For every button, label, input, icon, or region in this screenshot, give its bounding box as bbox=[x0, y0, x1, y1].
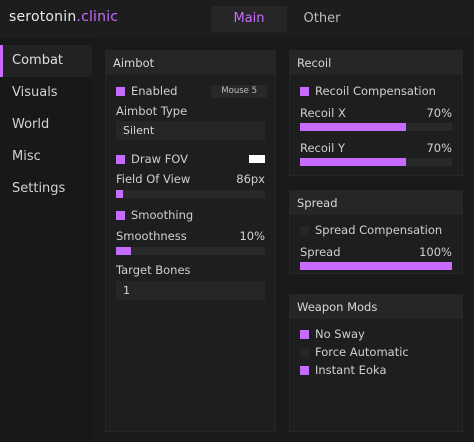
recoil-y-value: 70% bbox=[426, 141, 452, 155]
top-bar: serotonin.clinic Main Other bbox=[0, 0, 474, 38]
smoothing-row[interactable]: Smoothing bbox=[116, 207, 265, 223]
brand-logo: serotonin.clinic bbox=[9, 9, 118, 25]
smoothness-slider-fill bbox=[116, 247, 131, 255]
spread-panel-title: Spread bbox=[290, 191, 462, 215]
tab-main[interactable]: Main bbox=[211, 6, 287, 32]
spread-row: Spread 100% bbox=[300, 244, 452, 260]
aimbot-panel-title: Aimbot bbox=[106, 51, 275, 75]
no-sway-checkbox[interactable] bbox=[300, 330, 309, 339]
spread-comp-row[interactable]: Spread Compensation bbox=[300, 222, 452, 238]
sidebar-item-world[interactable]: World bbox=[0, 109, 92, 141]
weapon-mod-instant-eoka[interactable]: Instant Eoka bbox=[300, 362, 452, 378]
brand-name: serotonin bbox=[9, 9, 77, 25]
recoil-y-slider-fill bbox=[300, 158, 407, 166]
aimbot-keybind[interactable]: Mouse 5 bbox=[211, 85, 267, 98]
recoil-x-slider-fill bbox=[300, 123, 407, 131]
aimbot-enabled-row[interactable]: Enabled Mouse 5 bbox=[116, 83, 275, 99]
smoothness-row: Smoothness 10% bbox=[116, 228, 265, 244]
smoothness-label: Smoothness bbox=[116, 229, 187, 243]
instant-eoka-checkbox[interactable] bbox=[300, 366, 309, 375]
smoothing-checkbox[interactable] bbox=[116, 211, 125, 220]
content-area: Aimbot Enabled Mouse 5 Aimbot Type Silen… bbox=[92, 38, 474, 442]
spread-value: 100% bbox=[419, 245, 452, 259]
recoil-panel-title: Recoil bbox=[290, 51, 462, 75]
aimbot-type-row: Aimbot Type bbox=[116, 103, 265, 119]
sidebar-item-misc[interactable]: Misc bbox=[0, 141, 92, 173]
sidebar-item-settings[interactable]: Settings bbox=[0, 173, 92, 205]
recoil-y-label: Recoil Y bbox=[300, 141, 345, 155]
bones-label: Target Bones bbox=[116, 263, 191, 277]
fov-row: Field Of View 86px bbox=[116, 171, 265, 187]
sidebar-item-visuals[interactable]: Visuals bbox=[0, 77, 92, 109]
force-automatic-checkbox[interactable] bbox=[300, 348, 309, 357]
aimbot-panel: Aimbot Enabled Mouse 5 Aimbot Type Silen… bbox=[105, 50, 276, 432]
brand-suffix: .clinic bbox=[76, 9, 119, 25]
recoil-x-row: Recoil X 70% bbox=[300, 105, 452, 121]
aimbot-enabled-checkbox[interactable] bbox=[116, 87, 125, 96]
spread-label: Spread bbox=[300, 245, 341, 259]
spread-slider-fill bbox=[300, 262, 452, 270]
force-automatic-label: Force Automatic bbox=[315, 345, 409, 359]
recoil-panel: Recoil Recoil Compensation Recoil X 70% … bbox=[289, 50, 463, 176]
aimbot-type-select[interactable]: Silent bbox=[116, 121, 265, 140]
smoothing-label: Smoothing bbox=[131, 208, 194, 222]
recoil-x-value: 70% bbox=[426, 106, 452, 120]
spread-slider[interactable] bbox=[300, 262, 452, 270]
weapon-mods-panel-title: Weapon Mods bbox=[290, 295, 462, 319]
weapon-mod-force-automatic[interactable]: Force Automatic bbox=[300, 344, 452, 360]
smoothness-value: 10% bbox=[239, 229, 265, 243]
smoothness-slider[interactable] bbox=[116, 247, 265, 255]
draw-fov-label: Draw FOV bbox=[131, 152, 189, 166]
spread-comp-label: Spread Compensation bbox=[315, 223, 443, 237]
fov-slider-fill bbox=[116, 190, 124, 198]
fov-value: 86px bbox=[236, 172, 265, 186]
recoil-comp-label: Recoil Compensation bbox=[315, 84, 436, 98]
sidebar: Combat Visuals World Misc Settings bbox=[0, 38, 92, 442]
spread-panel: Spread Spread Compensation Spread 100% bbox=[289, 190, 463, 274]
fov-color-picker[interactable] bbox=[249, 155, 265, 163]
recoil-y-row: Recoil Y 70% bbox=[300, 140, 452, 156]
bones-row: Target Bones bbox=[116, 262, 265, 278]
draw-fov-row[interactable]: Draw FOV bbox=[116, 151, 265, 167]
draw-fov-checkbox[interactable] bbox=[116, 155, 125, 164]
recoil-comp-row[interactable]: Recoil Compensation bbox=[300, 83, 452, 99]
instant-eoka-label: Instant Eoka bbox=[315, 363, 387, 377]
spread-comp-checkbox[interactable] bbox=[300, 226, 309, 235]
aimbot-enabled-label: Enabled bbox=[131, 84, 178, 98]
recoil-x-slider[interactable] bbox=[300, 123, 452, 131]
recoil-x-label: Recoil X bbox=[300, 106, 346, 120]
no-sway-label: No Sway bbox=[315, 327, 365, 341]
weapon-mods-panel: Weapon Mods No Sway Force Automatic Inst… bbox=[289, 294, 463, 432]
recoil-y-slider[interactable] bbox=[300, 158, 452, 166]
bones-select[interactable]: 1 bbox=[116, 281, 265, 300]
fov-label: Field Of View bbox=[116, 172, 191, 186]
tab-other[interactable]: Other bbox=[287, 6, 357, 32]
fov-slider[interactable] bbox=[116, 190, 265, 198]
aimbot-type-label: Aimbot Type bbox=[116, 104, 188, 118]
sidebar-item-combat[interactable]: Combat bbox=[0, 45, 92, 77]
recoil-comp-checkbox[interactable] bbox=[300, 87, 309, 96]
weapon-mod-no-sway[interactable]: No Sway bbox=[300, 326, 452, 342]
